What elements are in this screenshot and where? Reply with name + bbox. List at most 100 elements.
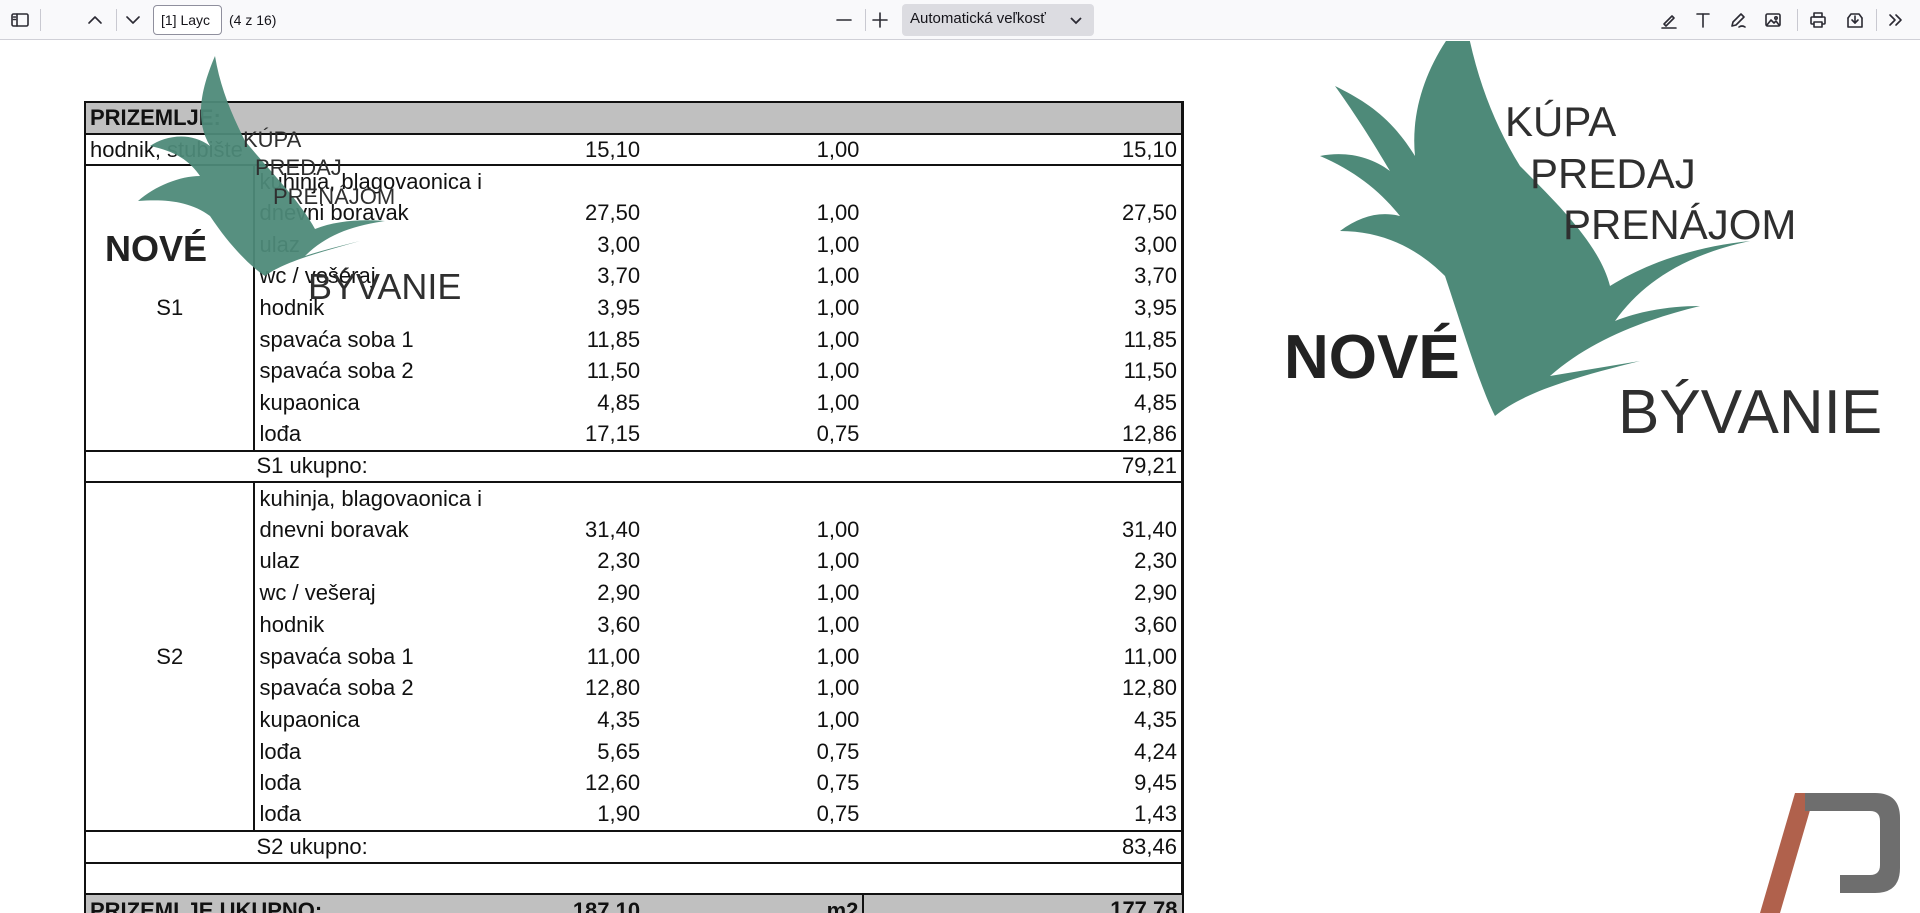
room-name: hodnik: [253, 609, 495, 641]
room-coef: 1,00: [816, 516, 860, 542]
room-coef: 0,75: [816, 770, 860, 796]
chevron-double-right-icon: [1889, 14, 1902, 26]
save-icon: [1847, 13, 1863, 28]
sidebar-toggle-icon: [11, 13, 29, 27]
room-value: 9,45: [863, 767, 1185, 800]
more-tools-button[interactable]: [1882, 6, 1910, 34]
room-name: lođa: [253, 767, 495, 800]
toolbar-separator: [40, 9, 41, 31]
subtotal-label: S1 ukupno:: [254, 450, 495, 484]
room-name: lođa: [253, 418, 495, 452]
room-coef: 0,75: [644, 418, 864, 452]
chevron-down-icon: [1068, 12, 1084, 28]
room-area: 12,60: [585, 770, 641, 796]
room-value: 4,24: [863, 735, 1185, 768]
corridor-value: 15,10: [863, 133, 1185, 167]
previous-page-button[interactable]: [81, 6, 109, 34]
room-coef: 1,00: [816, 643, 860, 669]
print-icon: [1810, 12, 1826, 28]
logo-line3: PRENÁJOM: [1563, 201, 1796, 248]
draw-button[interactable]: [1724, 6, 1752, 34]
zoom-select[interactable]: Automatická veľkosť: [902, 4, 1094, 36]
room-value: 31,40: [863, 513, 1185, 546]
room-area: 2,90: [597, 580, 641, 606]
room-value: 12,86: [863, 418, 1185, 452]
toolbar-separator: [1876, 9, 1877, 31]
room-area: 11,00: [586, 643, 641, 669]
room-area: 1,90: [494, 799, 645, 832]
plus-icon: [872, 12, 888, 28]
room-coef: 1,00: [816, 326, 860, 352]
room-name: kupaonica: [253, 704, 495, 736]
print-button[interactable]: [1804, 6, 1832, 34]
zoom-in-button[interactable]: [866, 6, 894, 34]
room-area: 17,15: [494, 418, 645, 452]
room-coef: 1,00: [816, 231, 860, 257]
highlight-icon: [1661, 15, 1677, 29]
page-number-input[interactable]: [153, 5, 222, 35]
room-name: lođa: [253, 735, 495, 768]
subtotal-label: S2 ukupno:: [254, 830, 495, 864]
room-coef: 1,00: [816, 675, 860, 701]
text-icon: [1696, 13, 1710, 28]
room-name-line1: kuhinja, blagovaonica i: [253, 482, 495, 514]
watermark-small-line3: PRENÁJOM: [273, 184, 395, 209]
company-logo-large: KÚPA PREDAJ PRENÁJOM NOVÉ BÝVANIE: [1284, 41, 1882, 447]
room-coef: 1,00: [816, 611, 860, 637]
pdf-toolbar: (4 z 16) Automatická veľkosť: [0, 0, 1920, 40]
room-value: 3,00: [863, 228, 1185, 261]
room-coef: 0,75: [644, 799, 864, 832]
room-value: 11,85: [863, 323, 1185, 356]
room-area: 12,80: [585, 675, 641, 701]
room-coef: 1,00: [816, 199, 860, 225]
room-coef: 1,00: [816, 390, 860, 416]
room-value: 3,95: [863, 292, 1185, 324]
chevron-up-icon: [88, 16, 102, 24]
room-value: 2,90: [863, 577, 1185, 609]
zoom-select-value: Automatická veľkosť: [910, 10, 1046, 27]
corner-logo-gray-shape: [1805, 793, 1900, 893]
add-text-button[interactable]: [1689, 6, 1717, 34]
watermark-small-line1: KÚPA: [243, 127, 302, 152]
room-coef: 1,00: [816, 580, 860, 606]
page-count-label: (4 z 16): [229, 12, 277, 28]
total-label: PRIZEMLJE UKUPNO:: [83, 894, 495, 913]
room-coef: 1,00: [816, 294, 860, 320]
subtotal-value: 83,46: [863, 830, 1185, 864]
room-value: 2,30: [863, 545, 1185, 578]
next-page-button[interactable]: [119, 6, 147, 34]
highlight-button[interactable]: [1655, 6, 1683, 34]
watermark-small-word2: BÝVANIE: [308, 266, 461, 307]
room-name: kupaonica: [253, 387, 495, 419]
room-area: 3,60: [597, 611, 641, 637]
room-coef: 1,00: [816, 358, 860, 384]
zoom-out-button[interactable]: [830, 6, 858, 34]
total-area: 187,10: [494, 894, 645, 913]
logo-line2: PREDAJ: [1530, 150, 1696, 197]
draw-icon: [1731, 13, 1746, 28]
add-image-button[interactable]: [1759, 6, 1787, 34]
room-value: 11,50: [863, 355, 1185, 388]
toolbar-separator: [116, 9, 117, 31]
room-value: 3,60: [863, 609, 1185, 641]
room-value: 4,35: [863, 704, 1185, 736]
spacer-row: [84, 862, 1184, 896]
room-name: dnevni boravak: [253, 513, 495, 546]
room-area: 31,40: [585, 516, 641, 542]
corner-logo-icon: [1760, 793, 1900, 913]
image-icon: [1765, 13, 1781, 27]
room-coef: 1,00: [816, 706, 860, 732]
corridor-coef: 1,00: [644, 133, 864, 167]
room-value: 4,85: [863, 387, 1185, 419]
watermark-small-line2: PREDAJ: [255, 155, 342, 180]
unit-label: S2: [83, 482, 255, 832]
document-viewer[interactable]: PRIZEMLJE: hodnik, stubište 15,10 1,00 1…: [0, 41, 1920, 913]
save-button[interactable]: [1841, 6, 1869, 34]
sidebar-toggle-button[interactable]: [6, 6, 34, 34]
logo-word1: NOVÉ: [1284, 323, 1460, 392]
room-name: wc / vešeraj: [253, 577, 495, 609]
subtotal-row: S1 ukupno: 79,21: [83, 450, 1185, 484]
room-area: 4,85: [597, 390, 641, 416]
total-value: 177,78: [862, 893, 1184, 913]
room-name: ulaz: [253, 545, 495, 578]
